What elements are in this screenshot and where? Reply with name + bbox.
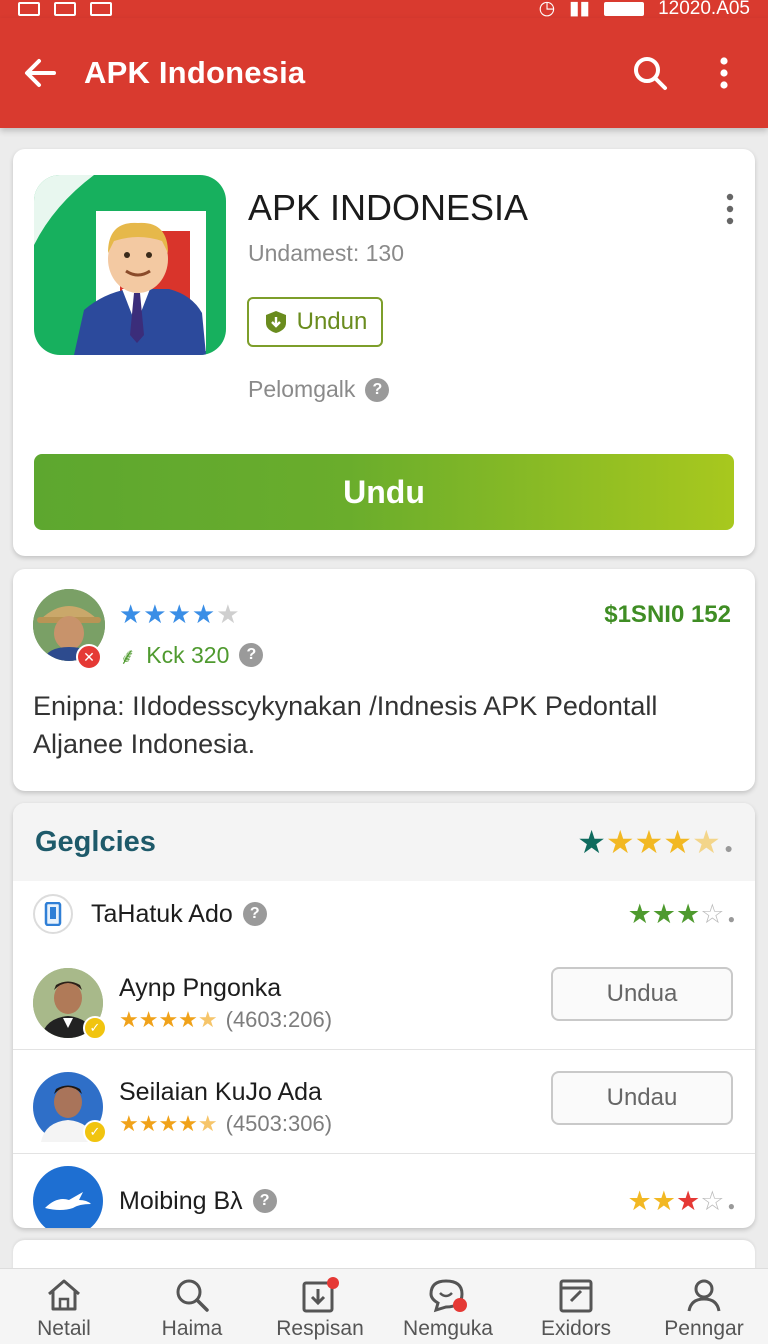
remove-badge-icon[interactable]: ✕	[76, 644, 102, 670]
list-item[interactable]: TaHatuk Ado ? ★★★☆ ●	[13, 881, 755, 947]
notification-icon	[54, 2, 76, 16]
chat-icon	[429, 1279, 467, 1313]
more-vert-icon	[726, 193, 734, 225]
shield-download-icon	[265, 311, 286, 333]
list-item-count: (4603:206)	[225, 1006, 333, 1032]
back-button[interactable]	[18, 51, 62, 95]
person-icon	[687, 1279, 721, 1312]
download-button[interactable]: Undau	[551, 1071, 733, 1125]
list-item-rating-row: ★★★★★ (4603:206)	[119, 1007, 332, 1033]
review-price: $1SNI0 152	[604, 601, 731, 628]
verified-icon: ✓	[83, 1120, 107, 1144]
nav-label: Haima	[161, 1317, 223, 1340]
badge-label: Undun	[296, 308, 368, 335]
nav-item-respisan[interactable]: Respisan	[256, 1269, 384, 1344]
list-item[interactable]: ✓ Aynp Pngonka ★★★★★ (4603:206) Undua	[13, 957, 755, 1049]
home-icon	[48, 1279, 80, 1311]
verified-icon: ✓	[83, 1016, 107, 1040]
nav-item-nemguka[interactable]: Nemguka	[384, 1269, 512, 1344]
tag-icon: ⸙	[119, 643, 137, 669]
review-text: Enipna: IIdodesscykynakan /Indnesis APK …	[33, 691, 658, 759]
nav-item-haima[interactable]: Haima	[128, 1269, 256, 1344]
app-info-row: Pelomgalk ?	[248, 376, 390, 403]
list-item[interactable]: Moibing Bλ ? ★★★☆ ●	[13, 1165, 755, 1228]
install-button[interactable]: Undu	[34, 454, 734, 530]
help-icon[interactable]: ?	[242, 902, 267, 926]
review-meta: ⸙ Kck 320 ?	[119, 639, 264, 671]
list-heading-stars: ★★★★★ ●	[577, 824, 733, 860]
review-stars: ★★★★★	[119, 599, 241, 629]
divider	[13, 1049, 755, 1050]
search-icon	[634, 57, 667, 90]
list-item-stars: ★★★☆ ●	[627, 1185, 735, 1216]
download-icon	[302, 1277, 339, 1313]
nav-label: Nemguka	[403, 1317, 493, 1340]
bird-icon	[33, 1166, 103, 1228]
list-item-title: TaHatuk Ado	[91, 899, 233, 928]
list-item-stars: ★★★★★	[119, 1110, 218, 1136]
app-logo	[34, 175, 226, 355]
list-item[interactable]: ✓ Seilaian KuJo Ada ★★★★★ (4503:306) Und…	[13, 1061, 755, 1153]
signal-icon: ▮▮	[569, 0, 591, 19]
list-item-stars: ★★★★★	[119, 1006, 218, 1032]
card-menu-button[interactable]	[725, 193, 735, 230]
app-name: APK INDONESIA	[248, 187, 529, 228]
app-bar: APK Indonesia	[0, 18, 768, 128]
more-vert-icon	[720, 57, 728, 89]
nav-label: Netail	[37, 1317, 91, 1340]
status-notification-icons	[18, 2, 112, 16]
search-icon	[176, 1279, 209, 1312]
nav-item-netail[interactable]: Netail	[0, 1269, 128, 1344]
notification-icon	[18, 2, 40, 16]
badge-download-button[interactable]: Undun	[247, 297, 383, 347]
status-time: 12020.A05	[658, 0, 750, 19]
nav-item-exidors[interactable]: Exidors	[512, 1269, 640, 1344]
list-item-count: (4503:306)	[225, 1110, 333, 1136]
avatar: ✓	[33, 968, 107, 1040]
list-item-stars: ★★★☆ ●	[627, 898, 735, 929]
avatar: ✓	[33, 1072, 107, 1144]
nav-label: Penngar	[664, 1317, 744, 1340]
edit-box-icon	[559, 1279, 593, 1313]
review-card: ✕ ★★★★★ $1SNI0 152 ⸙ Kck 320 ? Enipna: I…	[13, 569, 755, 791]
app-bar-title: APK Indonesia	[84, 55, 306, 90]
help-icon[interactable]: ?	[365, 377, 390, 402]
bottom-navigation: Netail Haima Respisan Nemguka Exidors Pe…	[0, 1268, 768, 1344]
notification-icon	[90, 2, 112, 16]
alarm-icon: ◷	[538, 0, 556, 19]
nav-label: Respisan	[276, 1317, 364, 1340]
list-header: Geglcies ★★★★★ ●	[13, 803, 755, 881]
review-meta-text: Kck 320	[146, 641, 230, 668]
phone-icon	[33, 894, 73, 934]
app-info-label: Pelomgalk	[248, 376, 356, 402]
list-item-title: Seilaian KuJo Ada	[119, 1077, 322, 1106]
more-options-button[interactable]	[702, 51, 746, 95]
status-bar: ◷ ▮▮ 12020.A05	[0, 0, 768, 18]
battery-icon	[604, 2, 645, 16]
help-icon[interactable]: ?	[252, 1189, 277, 1213]
list-item-title: Aynp Pngonka	[119, 973, 282, 1002]
app-bar-actions	[628, 51, 746, 95]
list-item-title: Moibing Bλ	[119, 1186, 243, 1215]
download-button[interactable]: Undua	[551, 967, 733, 1021]
list-item-rating-row: ★★★★★ (4503:306)	[119, 1111, 332, 1137]
app-subtitle: Undamest: 130	[248, 240, 404, 266]
nav-label: Exidors	[540, 1317, 612, 1340]
apps-list-card: Geglcies ★★★★★ ● TaHatuk Ado ? ★★★☆ ● ✓	[13, 803, 755, 1228]
list-heading: Geglcies	[35, 825, 156, 858]
help-icon[interactable]: ?	[239, 643, 264, 667]
arrow-left-icon	[25, 59, 56, 87]
status-right: ◷ ▮▮ 12020.A05	[539, 0, 750, 18]
app-detail-card: APK INDONESIA Undamest: 130 Undun Pelomg…	[13, 149, 755, 556]
divider	[13, 1153, 755, 1154]
nav-item-penngar[interactable]: Penngar	[640, 1269, 768, 1344]
search-button[interactable]	[628, 51, 672, 95]
